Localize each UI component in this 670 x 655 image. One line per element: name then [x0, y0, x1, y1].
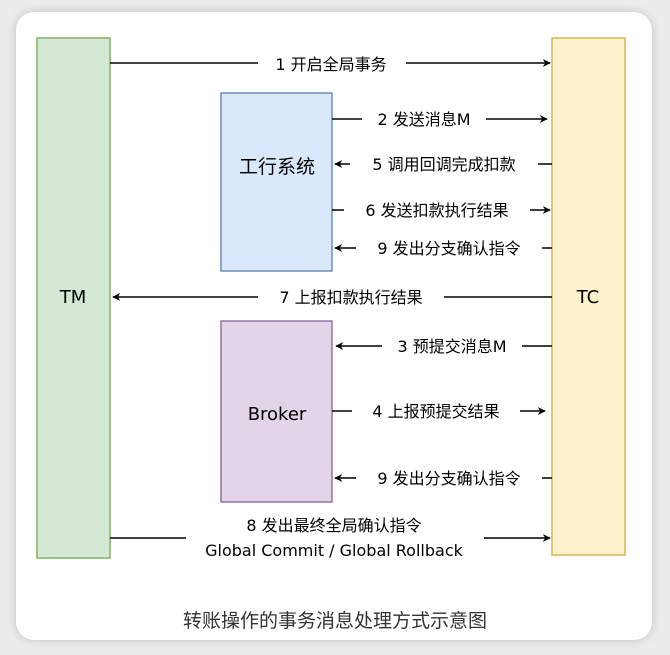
tc-label: TC: [576, 287, 600, 308]
tm-label: TM: [59, 287, 87, 308]
edge-8-label-line1: 8 发出最终全局确认指令: [246, 516, 421, 535]
edge-2-label: 2 发送消息M: [377, 110, 470, 129]
edge-9a-label: 9 发出分支确认指令: [377, 239, 520, 258]
icbc-box: [220, 92, 333, 272]
edge-1-label: 1 开启全局事务: [275, 55, 386, 74]
edge-9b-label: 9 发出分支确认指令: [377, 469, 520, 488]
edge-6-label: 6 发送扣款执行结果: [365, 201, 508, 220]
figure-caption: 转账操作的事务消息处理方式示意图: [182, 610, 487, 632]
icbc-label: 工行系统: [239, 156, 315, 178]
broker-label: Broker: [248, 404, 307, 425]
sequence-diagram: TM TC 工行系统 Broker 1 开启全局事务 2 发送消息M 5 调用回…: [36, 37, 626, 560]
edge-7-label: 7 上报扣款执行结果: [279, 288, 422, 307]
edge-5-label: 5 调用回调完成扣款: [372, 155, 515, 174]
edge-4-label: 4 上报预提交结果: [372, 402, 499, 421]
edge-8-label-line2: Global Commit / Global Rollback: [205, 541, 464, 560]
edge-3-label: 3 预提交消息M: [397, 337, 506, 356]
